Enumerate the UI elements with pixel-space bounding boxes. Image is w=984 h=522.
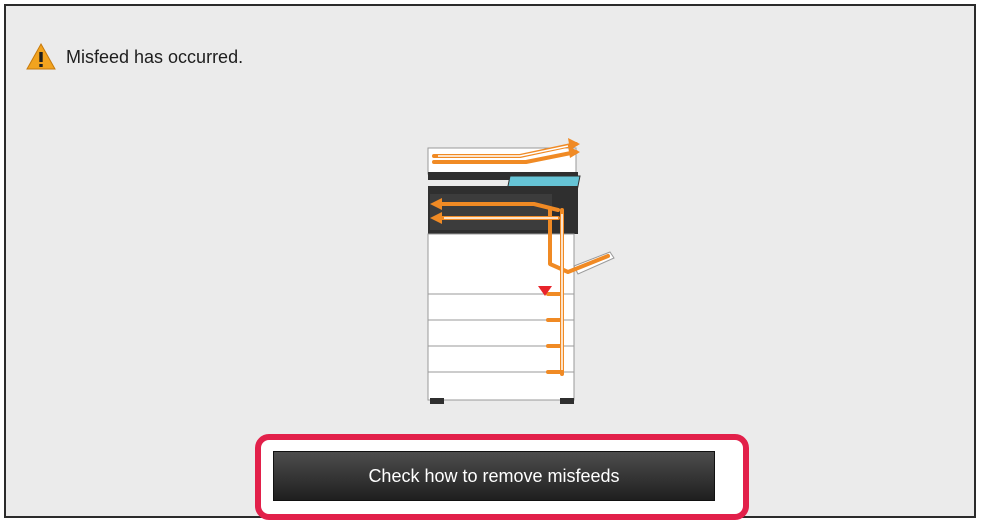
check-misfeed-removal-button[interactable]: Check how to remove misfeeds — [273, 451, 715, 501]
printer-foot-right — [560, 398, 574, 404]
output-tray — [430, 194, 552, 230]
alert-message: Misfeed has occurred. — [66, 46, 244, 67]
misfeed-screen: Misfeed has occurred. Check how to remov… — [4, 4, 976, 520]
printer-foot-left — [430, 398, 444, 404]
warning-icon — [26, 42, 56, 70]
printer-body — [427, 233, 575, 401]
printer-diagram — [427, 138, 615, 404]
misfeed-alert: Misfeed has occurred. — [26, 42, 243, 72]
